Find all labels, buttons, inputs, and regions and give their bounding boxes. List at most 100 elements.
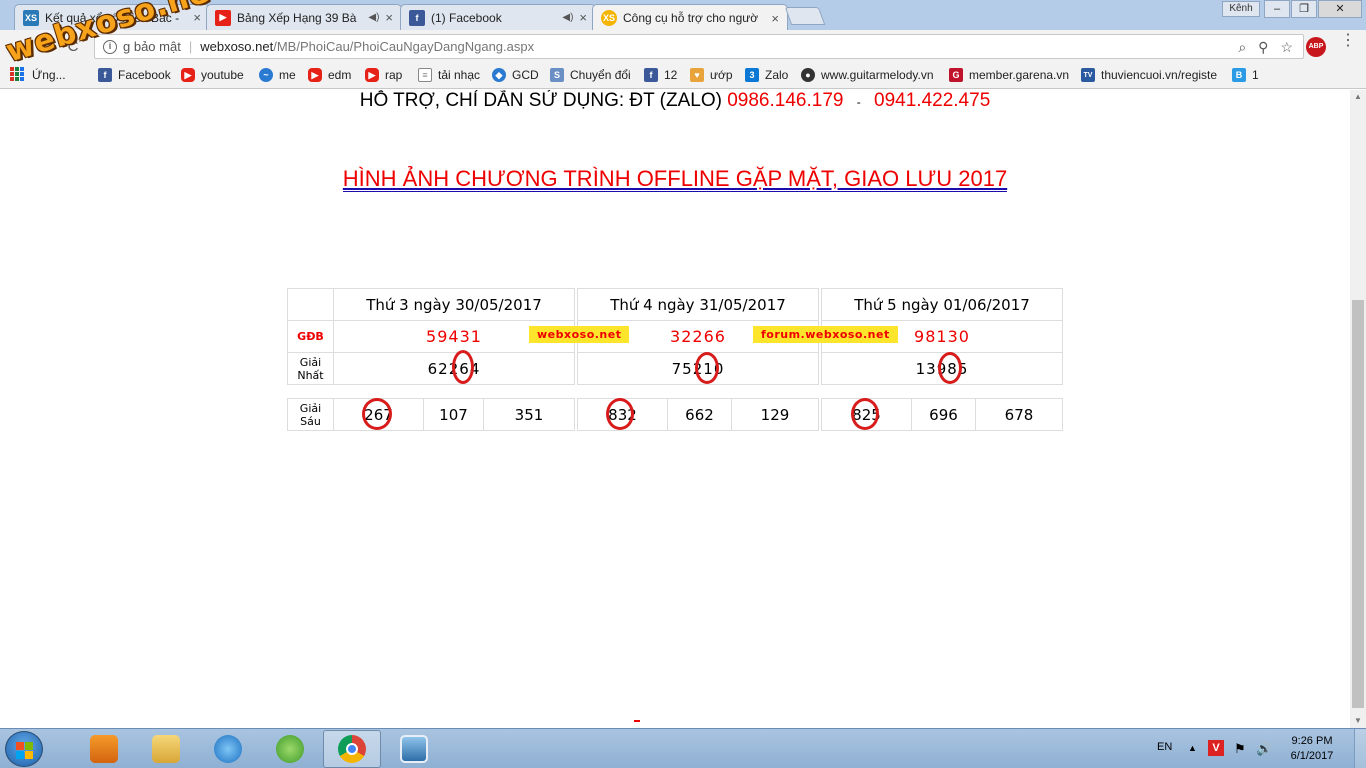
- folder-icon: [152, 735, 180, 763]
- lottery-table: Thứ 3 ngày 30/05/2017 Thứ 4 ngày 31/05/2…: [287, 288, 1063, 431]
- security-label: g bảo mật: [123, 39, 181, 54]
- menu-icon[interactable]: ⋮: [1340, 33, 1356, 49]
- link-icon: ~: [259, 68, 273, 82]
- sau-value: 825: [821, 398, 912, 431]
- table-gap-row: [288, 385, 1063, 399]
- scroll-up-arrow-icon[interactable]: ▲: [1350, 90, 1366, 104]
- bookmark-apps[interactable]: Ứng...: [32, 68, 66, 82]
- extension-icon[interactable]: ⚲: [1258, 39, 1268, 56]
- volume-icon[interactable]: 🔊: [1256, 741, 1272, 757]
- show-desktop-button[interactable]: [1354, 729, 1366, 768]
- sau-label: Giải Sáu: [287, 398, 334, 431]
- bookmark-me[interactable]: ~ me: [259, 68, 296, 82]
- bookmark-facebook[interactable]: f Facebook: [98, 68, 171, 82]
- new-tab-button[interactable]: [784, 7, 826, 25]
- show-hidden-icons-icon[interactable]: ▲: [1188, 743, 1197, 753]
- tab-facebook[interactable]: f (1) Facebook ◀) ×: [400, 4, 596, 30]
- clock-date: 6/1/2017: [1290, 750, 1334, 762]
- bookmark-label: Zalo: [765, 68, 789, 82]
- bookmark-thuviencuoi[interactable]: TV thuviencuoi.vn/registe: [1081, 68, 1221, 82]
- bookmark-label: www.guitarmelody.vn: [821, 68, 934, 82]
- table-header-row: Thứ 3 ngày 30/05/2017 Thứ 4 ngày 31/05/2…: [287, 288, 1063, 321]
- phone-number-1[interactable]: 0986.146.179: [727, 90, 843, 111]
- restore-button[interactable]: ❐: [1291, 0, 1317, 18]
- bookmark-edm[interactable]: ▶ edm: [308, 68, 351, 82]
- chrome-app[interactable]: [323, 730, 381, 768]
- support-line: HỖ TRỢ, CHỈ DẪN SỬ DỤNG: ĐT (ZALO) 0986.…: [0, 90, 1350, 112]
- zoom-icon[interactable]: ⌕: [1238, 39, 1246, 56]
- system-clock[interactable]: 9:26 PM 6/1/2017: [1282, 734, 1342, 764]
- tab-bang-xep-hang[interactable]: ▶ Bảng Xếp Hạng 39 Bà ◀) ×: [206, 4, 402, 30]
- facebook-icon: f: [644, 68, 658, 82]
- scroll-thumb[interactable]: [1352, 300, 1364, 708]
- phone-number-2[interactable]: 0941.422.475: [874, 90, 990, 111]
- bookmark-label: Chuyển đổi: [570, 68, 631, 82]
- bookmark-chuyen-doi[interactable]: S Chuyển đổi: [550, 68, 631, 82]
- url-path: /MB/PhoiCau/PhoiCauNgayDangNgang.aspx: [273, 39, 535, 54]
- page-scrollbar[interactable]: ▲ ▼: [1350, 90, 1366, 728]
- speaker-icon[interactable]: ◀): [368, 12, 379, 23]
- tab-cong-cu-ho-tro[interactable]: XS Công cụ hỗ trợ cho ngườ ×: [592, 4, 788, 31]
- tab-title: Công cụ hỗ trợ cho ngườ: [623, 11, 759, 25]
- gdb-label: GĐB: [287, 320, 334, 353]
- photo-viewer-app[interactable]: [385, 730, 443, 768]
- sau-value: 678: [975, 398, 1063, 431]
- bookmark-label: Ứng...: [32, 68, 66, 82]
- nhat-value: 75210: [577, 352, 819, 385]
- support-text: HỖ TRỢ, CHỈ DẪN SỬ DỤNG: ĐT (ZALO): [359, 90, 722, 111]
- sau-value: 662: [667, 398, 732, 431]
- bookmark-label: tải nhạc: [438, 68, 481, 82]
- offline-link-text[interactable]: HÌNH ẢNH CHƯƠNG TRÌNH OFFLINE GẶP MẶT, G…: [342, 166, 1008, 192]
- start-button[interactable]: [5, 731, 43, 767]
- sau-value: 107: [423, 398, 484, 431]
- bookmark-label: 12: [664, 68, 678, 82]
- bookmark-uop[interactable]: ♥ ướp: [690, 68, 733, 82]
- bookmark-rap[interactable]: ▶ rap: [365, 68, 402, 82]
- youtube-icon: ▶: [365, 68, 379, 82]
- offline-event-link[interactable]: HÌNH ẢNH CHƯƠNG TRÌNH OFFLINE GẶP MẶT, G…: [0, 166, 1350, 192]
- bookmark-garena[interactable]: Gmember.garena.vn: [949, 68, 1069, 82]
- bookmark-youtube[interactable]: ▶ youtube: [181, 68, 244, 82]
- address-bar[interactable]: i g bảo mật | webxoso.net/MB/PhoiCau/Pho…: [94, 34, 1304, 59]
- sau-value: 832: [577, 398, 668, 431]
- bookmark-zalo[interactable]: 3 Zalo: [745, 68, 788, 82]
- vietkey-icon[interactable]: V: [1208, 740, 1224, 756]
- minimize-button[interactable]: –: [1264, 0, 1290, 18]
- bookmark-label: Facebook: [118, 68, 171, 82]
- tab-close-icon[interactable]: ×: [771, 11, 779, 26]
- bookmark-gcd[interactable]: ◆ GCD: [492, 68, 539, 82]
- webxoso-badge[interactable]: webxoso.net: [529, 326, 630, 343]
- file-explorer-app[interactable]: [137, 730, 195, 768]
- bookmark-12[interactable]: f 12: [644, 68, 677, 82]
- tab-close-icon[interactable]: ×: [579, 10, 587, 25]
- profile-button[interactable]: Kênh: [1222, 1, 1260, 17]
- info-icon[interactable]: i: [103, 39, 117, 54]
- nhat-value: 13985: [821, 352, 1063, 385]
- youtube-icon: ▶: [181, 68, 195, 82]
- speaker-icon[interactable]: ◀): [562, 12, 573, 23]
- bookmark-tai-nhac[interactable]: ≡ tải nhạc: [418, 68, 480, 82]
- bookmark-1[interactable]: B1: [1232, 68, 1259, 82]
- facebook-favicon-icon: f: [409, 9, 425, 26]
- photo-viewer-icon: [400, 735, 428, 763]
- close-window-button[interactable]: ✕: [1318, 0, 1362, 18]
- tab-close-icon[interactable]: ×: [385, 10, 393, 25]
- page-icon: ≡: [418, 68, 432, 82]
- action-center-icon[interactable]: ⚑: [1234, 741, 1246, 757]
- forum-webxoso-badge[interactable]: forum.webxoso.net: [753, 326, 898, 343]
- media-player-app[interactable]: [75, 730, 133, 768]
- sau-value: 129: [731, 398, 819, 431]
- omnibox-separator: |: [188, 39, 193, 54]
- bookmark-label: edm: [328, 68, 352, 82]
- day-header: Thứ 3 ngày 30/05/2017: [333, 288, 575, 321]
- language-indicator[interactable]: EN: [1157, 741, 1172, 753]
- youtube-icon: ▶: [308, 68, 322, 82]
- garena-icon: G: [949, 68, 963, 82]
- adblock-icon[interactable]: ABP: [1306, 37, 1326, 57]
- internet-explorer-app[interactable]: [199, 730, 257, 768]
- bookmark-star-icon[interactable]: ☆: [1280, 39, 1293, 56]
- scroll-down-arrow-icon[interactable]: ▼: [1350, 714, 1366, 728]
- coccoc-app[interactable]: [261, 730, 319, 768]
- internet-explorer-icon: [214, 735, 242, 763]
- bookmark-guitarmelody[interactable]: ● www.guitarmelody.vn: [801, 68, 934, 82]
